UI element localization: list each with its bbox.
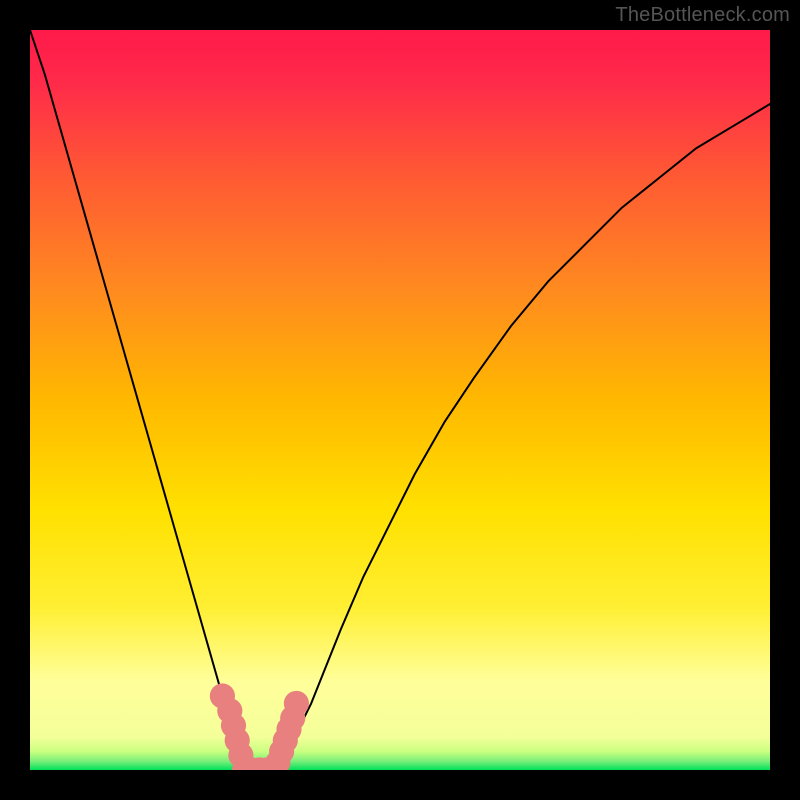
marker-dot [284, 691, 309, 716]
plot-area [30, 30, 770, 770]
chart-background [30, 30, 770, 770]
watermark-text: TheBottleneck.com [615, 4, 790, 27]
chart-svg [30, 30, 770, 770]
chart-frame: TheBottleneck.com [0, 0, 800, 800]
